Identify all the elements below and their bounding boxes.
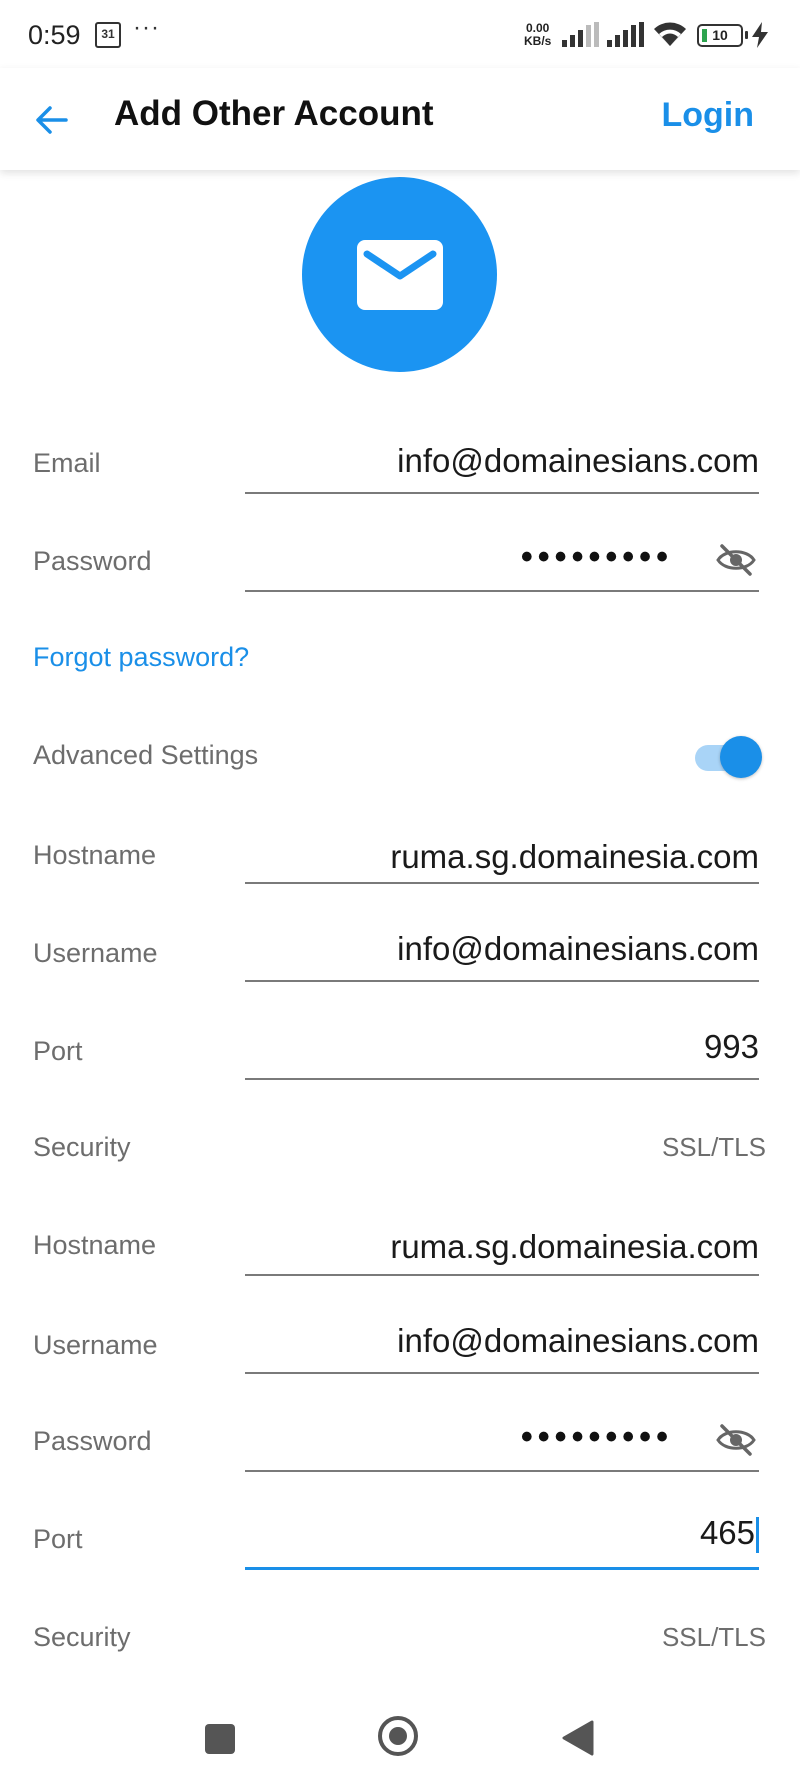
eye-off-icon[interactable] bbox=[715, 1422, 757, 1458]
password-mask: ••••••••• bbox=[520, 538, 673, 576]
outgoing-port-label: Port bbox=[33, 1524, 83, 1554]
incoming-hostname-value: ruma.sg.domainesia.com bbox=[390, 838, 759, 875]
outgoing-username-row: Username info@domainesians.com bbox=[0, 1322, 800, 1402]
network-speed: 0.00 KB/s bbox=[524, 22, 551, 48]
advanced-settings-label: Advanced Settings bbox=[33, 740, 259, 770]
incoming-username-row: Username info@domainesians.com bbox=[0, 930, 800, 1010]
incoming-port-field[interactable]: 993 bbox=[245, 1028, 759, 1080]
incoming-username-field[interactable]: info@domainesians.com bbox=[245, 930, 759, 982]
calendar-icon: 31 bbox=[95, 22, 121, 48]
forgot-password-link[interactable]: Forgot password? bbox=[33, 642, 249, 673]
network-speed-value: 0.00 bbox=[525, 21, 550, 35]
password-row: Password ••••••••• bbox=[0, 538, 800, 618]
login-button[interactable]: Login bbox=[661, 96, 754, 135]
signal-icon bbox=[607, 22, 644, 47]
incoming-username-value: info@domainesians.com bbox=[397, 930, 759, 967]
incoming-port-row: Port 993 bbox=[0, 1028, 800, 1108]
email-row: Email info@domainesians.com bbox=[0, 440, 800, 520]
signal-icon bbox=[562, 22, 599, 47]
battery-icon: 10 bbox=[697, 24, 748, 47]
incoming-hostname-field[interactable]: ruma.sg.domainesia.com bbox=[245, 834, 759, 884]
app-bar: Add Other Account Login bbox=[0, 68, 800, 170]
back-triangle-icon[interactable] bbox=[562, 1720, 594, 1756]
battery-percent: 10 bbox=[712, 27, 728, 43]
outgoing-password-label: Password bbox=[33, 1426, 152, 1456]
home-button[interactable] bbox=[378, 1716, 418, 1756]
incoming-port-label: Port bbox=[33, 1036, 83, 1066]
outgoing-security-value[interactable]: SSL/TLS bbox=[662, 1622, 766, 1653]
back-arrow-icon[interactable] bbox=[30, 98, 74, 142]
recents-button[interactable] bbox=[205, 1724, 235, 1754]
eye-off-icon[interactable] bbox=[715, 542, 757, 578]
advanced-settings-row: Advanced Settings bbox=[0, 736, 800, 816]
incoming-security-value[interactable]: SSL/TLS bbox=[662, 1132, 766, 1163]
charging-icon bbox=[752, 22, 768, 48]
account-avatar bbox=[302, 177, 497, 372]
advanced-settings-toggle[interactable] bbox=[695, 736, 762, 778]
outgoing-security-label: Security bbox=[33, 1622, 131, 1652]
page-title: Add Other Account bbox=[114, 94, 434, 133]
outgoing-username-field[interactable]: info@domainesians.com bbox=[245, 1322, 759, 1374]
outgoing-username-label: Username bbox=[33, 1330, 158, 1360]
status-bar: 0:59 31 ··· 0.00 KB/s 10 bbox=[0, 0, 800, 68]
toggle-knob bbox=[720, 736, 762, 778]
incoming-security-label: Security bbox=[33, 1132, 131, 1162]
outgoing-port-row: Port 465 bbox=[0, 1514, 800, 1594]
outgoing-username-value: info@domainesians.com bbox=[397, 1322, 759, 1359]
outgoing-password-field[interactable]: ••••••••• bbox=[245, 1418, 759, 1472]
outgoing-security-row[interactable]: Security SSL/TLS bbox=[0, 1620, 800, 1700]
email-field[interactable]: info@domainesians.com bbox=[245, 440, 759, 494]
incoming-hostname-row: Hostname ruma.sg.domainesia.com bbox=[0, 834, 800, 914]
email-value: info@domainesians.com bbox=[397, 442, 759, 479]
password-field[interactable]: ••••••••• bbox=[245, 538, 759, 592]
network-speed-unit: KB/s bbox=[524, 34, 552, 48]
mail-envelope-icon bbox=[357, 240, 443, 310]
more-notifications-icon: ··· bbox=[133, 14, 160, 41]
outgoing-port-value-wrap: 465 bbox=[699, 1514, 759, 1554]
outgoing-port-field[interactable]: 465 bbox=[245, 1514, 759, 1570]
password-label: Password bbox=[33, 546, 152, 576]
outgoing-port-value: 465 bbox=[699, 1514, 755, 1551]
outgoing-hostname-field[interactable]: ruma.sg.domainesia.com bbox=[245, 1226, 759, 1276]
outgoing-password-row: Password ••••••••• bbox=[0, 1418, 800, 1498]
text-cursor bbox=[756, 1517, 759, 1554]
outgoing-hostname-label: Hostname bbox=[33, 1230, 157, 1260]
outgoing-hostname-row: Hostname ruma.sg.domainesia.com bbox=[0, 1226, 800, 1306]
outgoing-password-mask: ••••••••• bbox=[520, 1418, 673, 1456]
status-time: 0:59 bbox=[28, 20, 81, 50]
email-label: Email bbox=[33, 448, 101, 478]
incoming-security-row[interactable]: Security SSL/TLS bbox=[0, 1130, 800, 1210]
system-nav-bar bbox=[0, 1690, 800, 1784]
wifi-icon bbox=[654, 22, 686, 46]
incoming-hostname-label: Hostname bbox=[33, 840, 157, 870]
outgoing-hostname-value: ruma.sg.domainesia.com bbox=[390, 1228, 759, 1265]
incoming-username-label: Username bbox=[33, 938, 158, 968]
incoming-port-value: 993 bbox=[703, 1028, 759, 1065]
